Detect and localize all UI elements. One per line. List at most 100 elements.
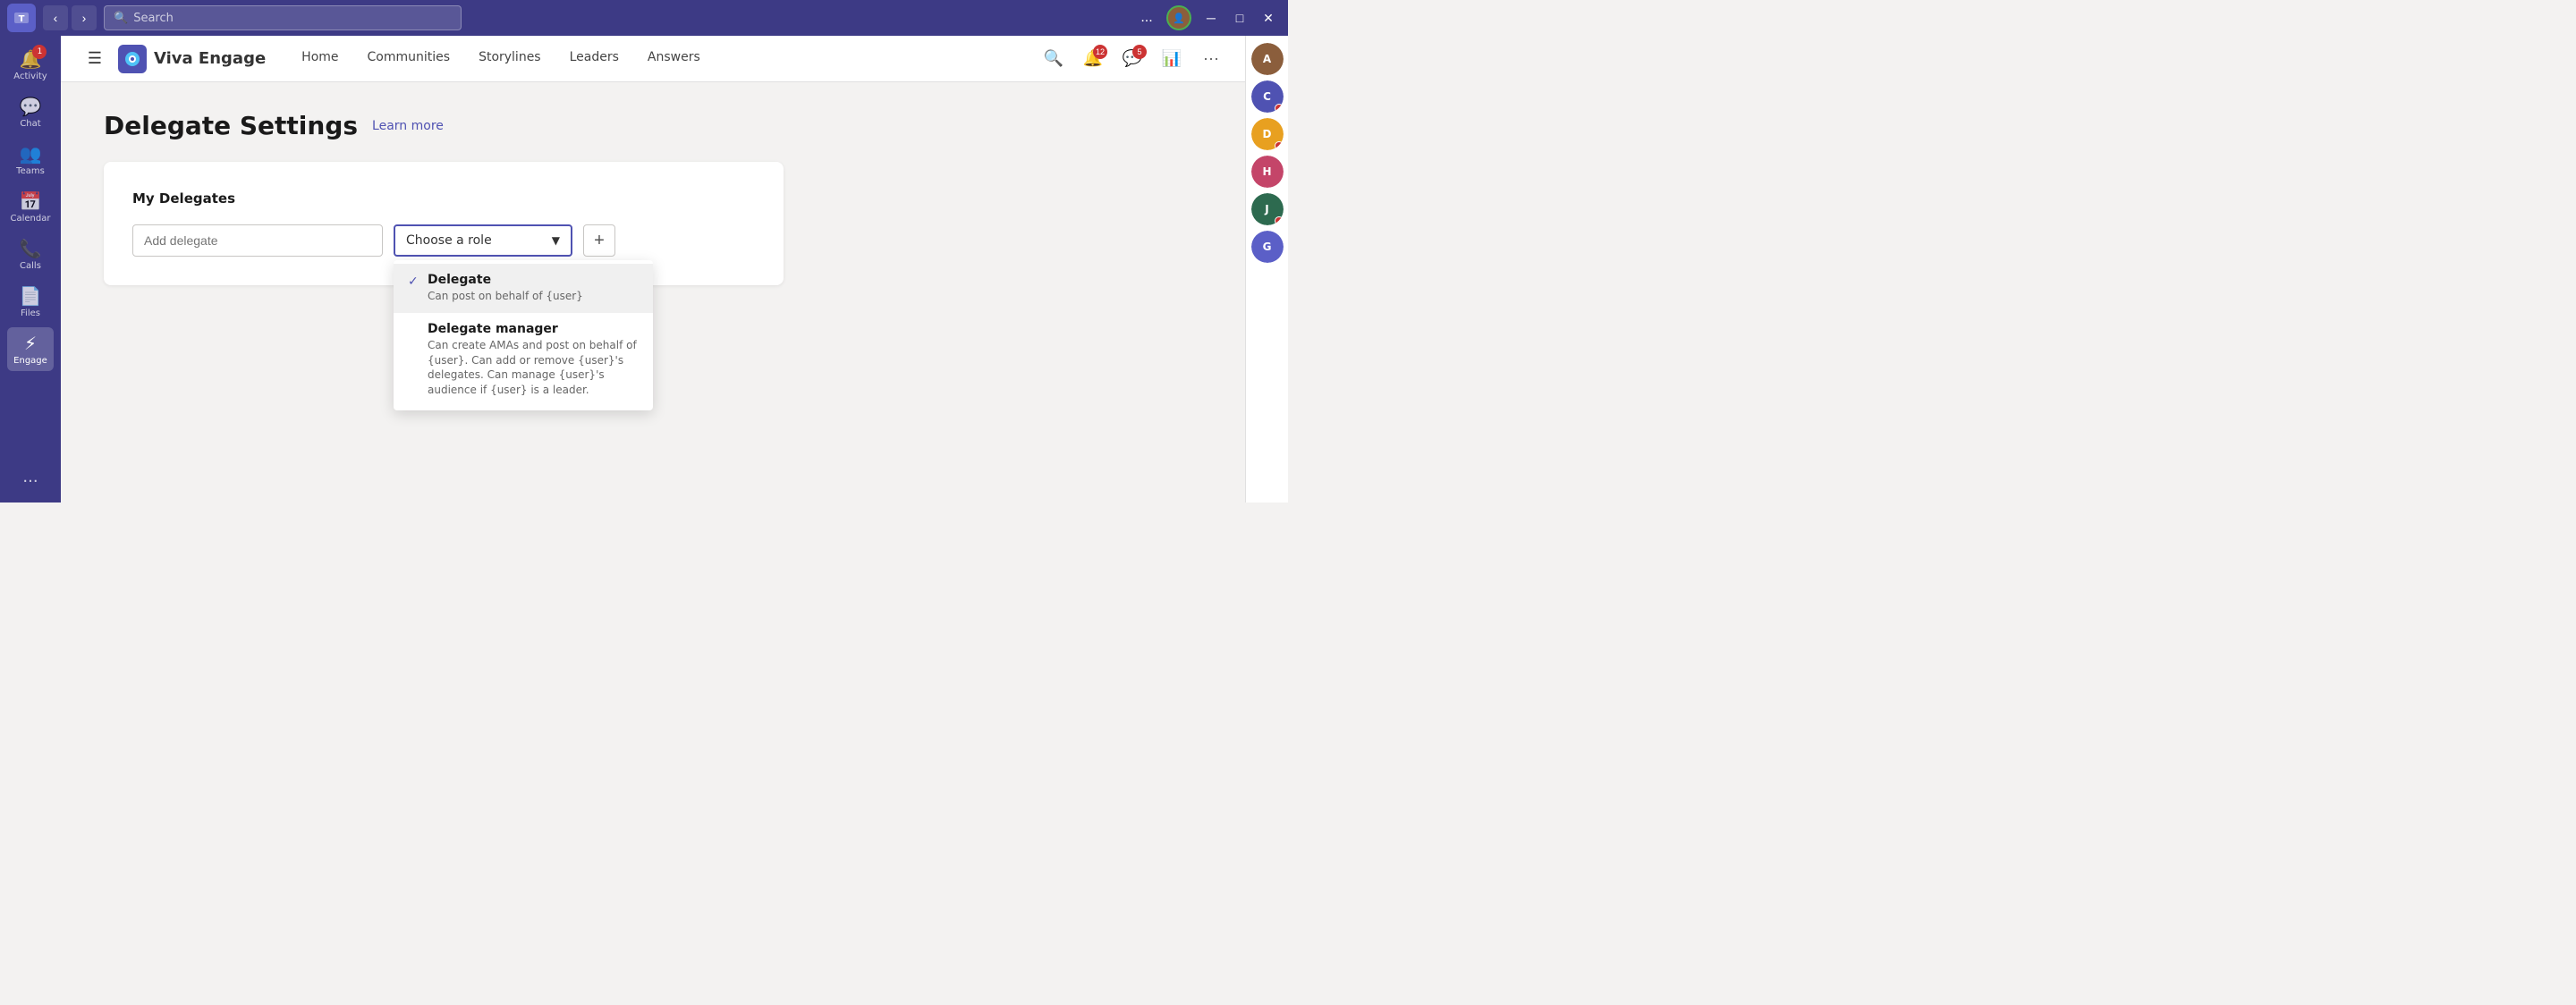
chat-icon: 💬 [20, 96, 42, 117]
calendar-label: Calendar [11, 214, 51, 224]
main-area: ☰ Viva Engage Home Communities Storyline… [61, 36, 1245, 502]
dropdown-item-delegate[interactable]: ✓ Delegate Can post on behalf of {user} [394, 264, 653, 313]
teams-label: Teams [16, 166, 45, 176]
role-select-wrapper: Choose a role ▼ ✓ Delegate Can post o [394, 224, 572, 257]
add-delegate-input[interactable] [132, 224, 383, 257]
analytics-button[interactable]: 📊 [1156, 43, 1188, 75]
right-avatar-2[interactable]: C [1251, 80, 1284, 113]
nav-link-leaders[interactable]: Leaders [555, 36, 633, 82]
maximize-button[interactable]: □ [1227, 5, 1252, 30]
app-layout: 🔔 1 Activity 💬 Chat 👥 Teams 📅 Calendar 📞… [0, 36, 1288, 502]
teams-logo: T [7, 4, 36, 32]
learn-more-link[interactable]: Learn more [372, 119, 444, 133]
right-avatar-6[interactable]: G [1251, 231, 1284, 263]
sidebar-item-calendar[interactable]: 📅 Calendar [7, 185, 54, 229]
sidebar-item-calls[interactable]: 📞 Calls [7, 232, 54, 276]
right-avatar-img-6: G [1251, 231, 1284, 263]
search-button[interactable]: 🔍 [1038, 43, 1070, 75]
dropdown-item-delegate-manager[interactable]: ✓ Delegate manager Can create AMAs and p… [394, 313, 653, 407]
nav-links: Home Communities Storylines Leaders Answ… [287, 36, 715, 82]
top-navigation: ☰ Viva Engage Home Communities Storyline… [61, 36, 1245, 82]
page-content: Delegate Settings Learn more My Delegate… [61, 82, 1245, 502]
nav-link-home[interactable]: Home [287, 36, 352, 82]
role-dropdown-menu: ✓ Delegate Can post on behalf of {user} [394, 260, 653, 410]
search-icon: 🔍 [114, 12, 128, 25]
more-actions-button[interactable]: ··· [1195, 43, 1227, 75]
card-section-title: My Delegates [132, 190, 755, 207]
calls-label: Calls [20, 261, 41, 271]
sidebar-item-engage[interactable]: ⚡ Engage [7, 327, 54, 371]
role-select-label: Choose a role [406, 233, 492, 248]
sidebar-item-files[interactable]: 📄 Files [7, 280, 54, 324]
more-options-button[interactable]: ... [1134, 5, 1159, 30]
files-label: Files [21, 308, 40, 318]
nav-link-communities[interactable]: Communities [353, 36, 465, 82]
back-button[interactable]: ‹ [43, 5, 68, 30]
avatar-badge-2 [1275, 104, 1284, 113]
delegates-card: My Delegates Choose a role ▼ ✓ [104, 162, 784, 285]
right-panel: A C D H J G [1245, 36, 1288, 502]
close-button[interactable]: ✕ [1256, 5, 1281, 30]
activity-icon: 🔔 1 [20, 48, 42, 70]
titlebar: T ‹ › 🔍 Search ... 👤 ─ □ ✕ [0, 0, 1288, 36]
delegate-row: Choose a role ▼ ✓ Delegate Can post o [132, 224, 755, 257]
sidebar-item-activity[interactable]: 🔔 1 Activity [7, 43, 54, 87]
sidebar-item-teams[interactable]: 👥 Teams [7, 138, 54, 182]
check-icon: ✓ [408, 274, 420, 289]
notifications-button[interactable]: 🔔 12 [1077, 43, 1109, 75]
titlebar-right: ... 👤 ─ □ ✕ [1134, 5, 1281, 30]
right-avatar-3[interactable]: D [1251, 118, 1284, 150]
nav-link-answers[interactable]: Answers [633, 36, 715, 82]
sidebar-bottom: ··· [7, 467, 54, 495]
titlebar-nav: ‹ › [43, 5, 97, 30]
sidebar-more-button[interactable]: ··· [7, 467, 54, 495]
dropdown-item-desc-delegate: Can post on behalf of {user} [428, 289, 583, 304]
teams-sidebar: 🔔 1 Activity 💬 Chat 👥 Teams 📅 Calendar 📞… [0, 36, 61, 502]
right-avatar-1[interactable]: A [1251, 43, 1284, 75]
dropdown-item-title-manager: Delegate manager [428, 322, 639, 336]
dropdown-item-row-manager: ✓ Delegate manager Can create AMAs and p… [408, 322, 639, 398]
sidebar-item-chat[interactable]: 💬 Chat [7, 90, 54, 134]
avatar-badge-5 [1275, 216, 1284, 225]
activity-badge: 1 [32, 45, 47, 59]
right-avatar-img-1: A [1251, 43, 1284, 75]
add-delegate-button[interactable]: + [583, 224, 615, 257]
viva-engage-logo-icon [118, 45, 147, 73]
calendar-icon: 📅 [20, 190, 42, 212]
search-placeholder-text: Search [133, 12, 174, 25]
notification-badge: 12 [1093, 45, 1107, 59]
chevron-down-icon: ▼ [552, 234, 560, 247]
right-avatar-5[interactable]: J [1251, 193, 1284, 225]
app-name: Viva Engage [154, 49, 266, 68]
engage-icon: ⚡ [24, 333, 37, 354]
chat-label: Chat [20, 119, 40, 129]
forward-button[interactable]: › [72, 5, 97, 30]
dropdown-item-desc-manager: Can create AMAs and post on behalf of {u… [428, 338, 639, 398]
dropdown-item-row-delegate: ✓ Delegate Can post on behalf of {user} [408, 273, 639, 304]
avatar-badge-3 [1275, 141, 1284, 150]
user-avatar[interactable]: 👤 [1166, 5, 1191, 30]
titlebar-search[interactable]: 🔍 Search [104, 5, 462, 30]
calls-icon: 📞 [20, 238, 42, 259]
engage-label: Engage [13, 356, 47, 366]
dropdown-item-content-manager: Delegate manager Can create AMAs and pos… [428, 322, 639, 398]
right-avatar-img-4: H [1251, 156, 1284, 188]
page-title: Delegate Settings [104, 111, 358, 140]
page-title-row: Delegate Settings Learn more [104, 111, 1202, 140]
activity-label: Activity [13, 72, 47, 81]
app-logo: Viva Engage [118, 45, 266, 73]
message-badge: 5 [1132, 45, 1147, 59]
role-select[interactable]: Choose a role ▼ [394, 224, 572, 257]
messages-button[interactable]: 💬 5 [1116, 43, 1148, 75]
nav-link-storylines[interactable]: Storylines [464, 36, 555, 82]
dropdown-item-content-delegate: Delegate Can post on behalf of {user} [428, 273, 583, 304]
no-check-placeholder: ✓ [408, 324, 420, 338]
teams-icon: 👥 [20, 143, 42, 165]
hamburger-menu[interactable]: ☰ [79, 43, 111, 75]
dropdown-item-title-delegate: Delegate [428, 273, 583, 287]
right-avatar-4[interactable]: H [1251, 156, 1284, 188]
window-controls: ─ □ ✕ [1199, 5, 1281, 30]
files-icon: 📄 [20, 285, 42, 307]
minimize-button[interactable]: ─ [1199, 5, 1224, 30]
topnav-right: 🔍 🔔 12 💬 5 📊 ··· [1038, 43, 1227, 75]
